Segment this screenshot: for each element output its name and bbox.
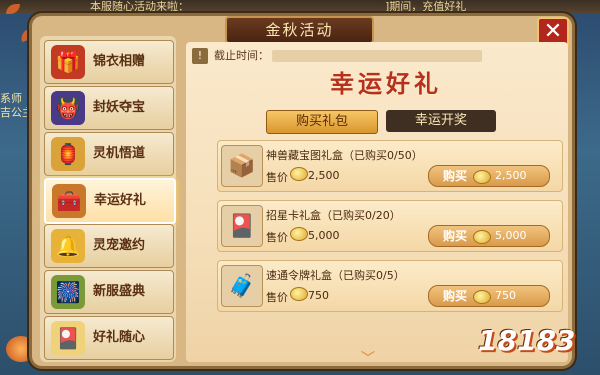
star-card-box-icon[interactable]: 🎴 (221, 205, 263, 247)
sidebar-item-label: 锦衣相赠 (93, 54, 146, 69)
gold-ingot-icon (473, 290, 491, 304)
tab-lucky-draw[interactable]: 幸运开奖 (386, 110, 496, 132)
deadline-value (272, 50, 482, 62)
sidebar-item-label: 新服盛典 (93, 284, 146, 299)
buy-price: 5,000 (495, 229, 527, 242)
watermark-logo: 18183 (478, 324, 576, 357)
price-label: 售价 (266, 231, 288, 244)
tab-buy-gift[interactable]: 购买礼包 (266, 110, 378, 134)
buy-label: 购买 (443, 169, 468, 183)
banner-title: 幸运好礼 (330, 70, 442, 98)
gift-price: 2,500 (308, 169, 340, 182)
close-icon: ✕ (543, 19, 563, 44)
sidebar-item-label: 灵机悟道 (93, 146, 146, 161)
buy-button[interactable]: 购买 5,000 (428, 225, 550, 247)
sidebar-item-label: 幸运好礼 (94, 193, 147, 208)
buy-price: 2,500 (495, 169, 527, 182)
sidebar-item-label: 好礼随心 (93, 330, 146, 345)
gift-price: 750 (308, 289, 329, 302)
activity-content: ! 截止时间： 幸运好礼 购买礼包 幸运开奖 📦 神兽藏宝图礼盒（已购买0/50… (186, 42, 568, 362)
scroll-down-icon[interactable]: ﹀ (361, 348, 375, 362)
buy-price: 750 (495, 289, 516, 302)
gold-ingot-icon (290, 167, 308, 181)
sidebar-item-jinyi[interactable]: 🎁 锦衣相赠 (44, 40, 174, 84)
chest-icon: 🎁 (51, 45, 85, 79)
buy-label: 购买 (443, 289, 468, 303)
sidebar-item-lucky-gift[interactable]: 🧰 幸运好礼 (44, 178, 176, 224)
sidebar-item-lingchong[interactable]: 🔔 灵宠邀约 (44, 224, 174, 268)
medal-icon: 🏮 (51, 137, 85, 171)
demon-icon: 👹 (51, 91, 85, 125)
activity-sidebar: 🎁 锦衣相赠 👹 封妖夺宝 🏮 灵机悟道 🧰 幸运好礼 🔔 灵宠邀约 🎆 新服盛… (40, 36, 176, 362)
announcement-right: ]期间，充值好礼 (385, 0, 467, 13)
gold-ingot-icon (473, 230, 491, 244)
gold-ingot-icon (290, 227, 308, 241)
sidebar-item-lingji[interactable]: 🏮 灵机悟道 (44, 132, 174, 176)
gift-name: 神兽藏宝图礼盒（已购买0/50） (266, 149, 423, 162)
buy-button[interactable]: 购买 2,500 (428, 165, 550, 187)
gold-ingot-icon (290, 287, 308, 301)
sidebar-item-xinfu[interactable]: 🎆 新服盛典 (44, 270, 174, 314)
tab-bar: 购买礼包 幸运开奖 (266, 110, 506, 134)
price-label: 售价 (266, 291, 288, 304)
buy-label: 购买 (443, 229, 468, 243)
token-box-icon[interactable]: 🧳 (221, 265, 263, 307)
sidebar-item-fengyao[interactable]: 👹 封妖夺宝 (44, 86, 174, 130)
gift-row: 🧳 速通令牌礼盒（已购买0/5） 售价 750 购买 750 (217, 260, 563, 312)
treasure-map-box-icon[interactable]: 📦 (221, 145, 263, 187)
buy-button[interactable]: 购买 750 (428, 285, 550, 307)
bell-icon: 🔔 (51, 229, 85, 263)
gift-row: 📦 神兽藏宝图礼盒（已购买0/50） 售价 2,500 购买 2,500 (217, 140, 563, 192)
gift-pile-icon: 🎆 (51, 275, 85, 309)
sidebar-item-label: 封妖夺宝 (93, 100, 146, 115)
notice-icon: ! (192, 48, 208, 64)
gold-ingot-icon (473, 170, 491, 184)
treasure-chest-icon: 🧰 (52, 184, 86, 218)
panel-title: 金秋活动 (225, 16, 374, 44)
card-icon: 🎴 (51, 321, 85, 355)
npc-label-1: 系师 (0, 92, 22, 105)
gift-price: 5,000 (308, 229, 340, 242)
sidebar-item-label: 灵宠邀约 (93, 238, 146, 253)
announcement-left: 本服随心活动来啦： (90, 0, 189, 13)
price-label: 售价 (266, 171, 288, 184)
sidebar-item-haoli[interactable]: 🎴 好礼随心 (44, 316, 174, 360)
deadline-label: 截止时间： (214, 49, 269, 62)
gift-name: 招星卡礼盒（已购买0/20） (266, 209, 401, 222)
gift-row: 🎴 招星卡礼盒（已购买0/20） 售价 5,000 购买 5,000 (217, 200, 563, 252)
background-npc-label: 系师 吉公主 (0, 92, 33, 120)
npc-label-2: 吉公主 (0, 106, 33, 119)
top-announcement-bar: 本服随心活动来啦： ]期间，充值好礼 (0, 0, 600, 14)
gift-name: 速通令牌礼盒（已购买0/5） (266, 269, 405, 282)
